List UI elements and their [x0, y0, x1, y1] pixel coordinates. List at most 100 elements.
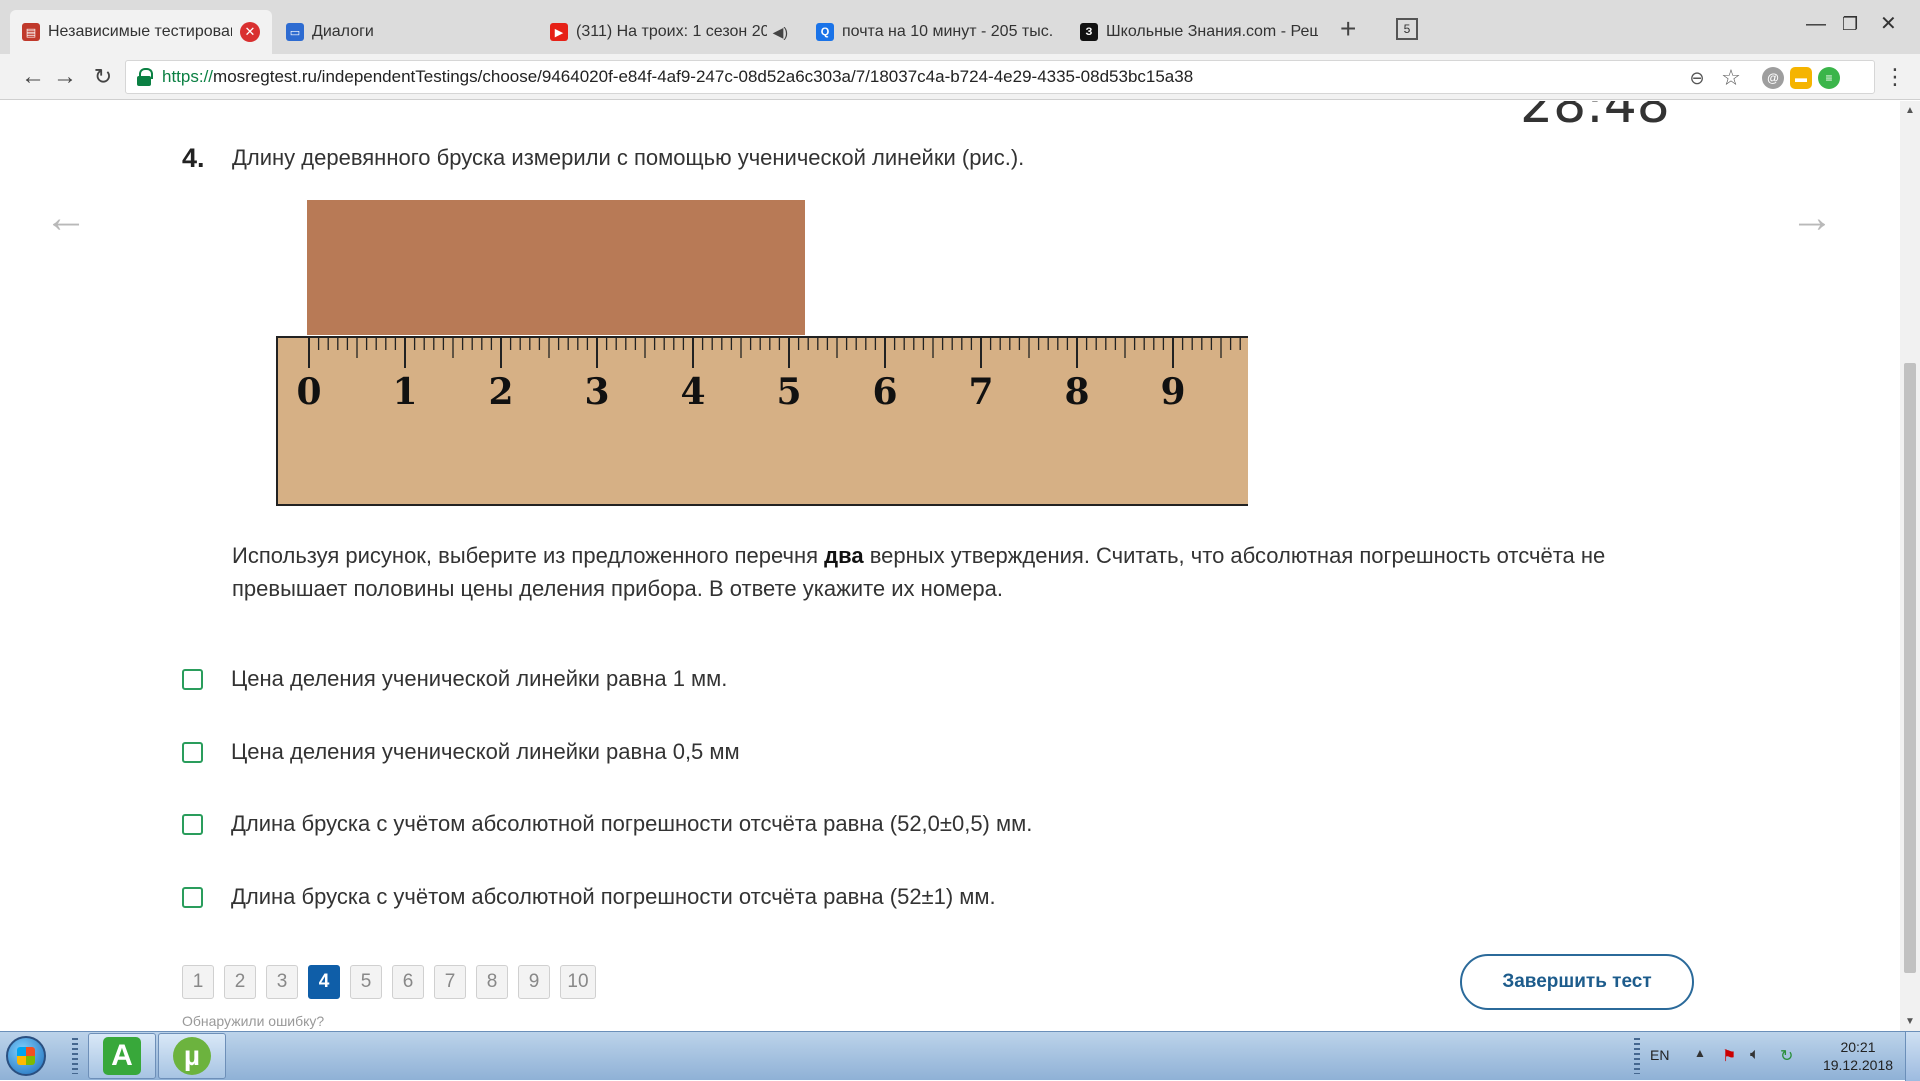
- ruler: 0 1 2 3 4 5 6 7 8 9: [276, 336, 1248, 506]
- page-button-1[interactable]: 1: [182, 965, 214, 999]
- taskbar-app-a[interactable]: A: [88, 1033, 156, 1079]
- answer-option-4[interactable]: Длина бруска с учётом абсолютной погрешн…: [182, 880, 996, 914]
- ruler-scale: 0 1 2 3 4 5 6 7 8 9: [296, 338, 1241, 413]
- tab-youtube[interactable]: ▶ (311) На троих: 1 сезон 20 се ◀): [538, 10, 800, 54]
- utorrent-icon: µ: [173, 1037, 211, 1075]
- tab-dialogs[interactable]: ▭ Диалоги: [274, 10, 534, 54]
- znanija-icon: З: [1080, 23, 1098, 41]
- page-button-3[interactable]: 3: [266, 965, 298, 999]
- tab-znanija[interactable]: З Школьные Знания.com - Решае: [1068, 10, 1330, 54]
- answer-option-1[interactable]: Цена деления ученической линейки равна 1…: [182, 662, 727, 696]
- show-hidden-icons-icon[interactable]: ▲: [1694, 1046, 1706, 1060]
- windows-taskbar: A µ EN ▲ ⚑ 🔈︎ ↻ 20:21 19.12.2018: [0, 1031, 1920, 1081]
- taskbar-app-utorrent[interactable]: µ: [158, 1033, 226, 1079]
- page-button-2[interactable]: 2: [224, 965, 256, 999]
- browser-toolbar: ← → ↻ https://mosregtest.ru/independentT…: [0, 54, 1920, 100]
- back-arrow-icon[interactable]: ←: [18, 62, 48, 92]
- tab-title: Школьные Знания.com - Решае: [1106, 23, 1318, 40]
- lock-icon: [136, 68, 153, 86]
- taskbar-grip: [72, 1038, 78, 1074]
- scroll-up-arrow-icon[interactable]: ▲: [1905, 105, 1915, 116]
- clock-date: 19.12.2018: [1822, 1057, 1894, 1073]
- forward-arrow-icon[interactable]: →: [50, 62, 80, 92]
- tab-mail[interactable]: Q почта на 10 минут - 205 тыс. ре: [804, 10, 1066, 54]
- tab-title: (311) На троих: 1 сезон 20 се: [576, 23, 767, 40]
- checkbox[interactable]: [182, 813, 203, 835]
- reload-icon[interactable]: ↻: [88, 62, 118, 92]
- url-path: mosregtest.ru/independentTestings/choose…: [213, 67, 1194, 86]
- tab-title: Диалоги: [312, 23, 374, 40]
- ruler-label: 2: [488, 371, 513, 413]
- page-button-5[interactable]: 5: [350, 965, 382, 999]
- page-scrollbar[interactable]: ▲ ▼: [1900, 101, 1920, 1031]
- star-icon[interactable]: ☆: [1720, 65, 1742, 90]
- ruler-label: 5: [776, 371, 801, 413]
- question-number: 4.: [182, 143, 205, 173]
- extension-chat-icon[interactable]: ▬: [1790, 67, 1812, 89]
- ruler-label: 8: [1064, 371, 1089, 413]
- taskbar-clock[interactable]: 20:21 19.12.2018: [1818, 1038, 1898, 1074]
- close-window-icon[interactable]: ✕: [1880, 14, 1897, 34]
- chat-icon: ▭: [286, 23, 304, 41]
- ruler-label: 3: [584, 371, 609, 413]
- zoom-icon[interactable]: ⊖: [1686, 67, 1708, 89]
- ruler-label: 4: [680, 371, 705, 413]
- restore-icon[interactable]: ❐: [1842, 14, 1858, 34]
- page-button-6[interactable]: 6: [392, 965, 424, 999]
- ruler-figure: 0 1 2 3 4 5 6 7 8 9: [276, 198, 1248, 510]
- url-scheme: https://: [162, 67, 214, 86]
- instructions-bold-word: два: [824, 543, 864, 568]
- page-button-7[interactable]: 7: [434, 965, 466, 999]
- ruler-label: 7: [968, 371, 993, 413]
- start-button[interactable]: [6, 1036, 46, 1076]
- checkbox[interactable]: [182, 741, 203, 763]
- network-flag-icon[interactable]: ⚑: [1722, 1046, 1736, 1066]
- minimize-icon[interactable]: —: [1806, 14, 1826, 34]
- finish-test-button[interactable]: Завершить тест: [1460, 954, 1694, 1010]
- answer-option-3[interactable]: Длина бруска с учётом абсолютной погрешн…: [182, 807, 1032, 841]
- report-error-link[interactable]: Обнаружили ошибку?: [182, 1013, 324, 1029]
- extension-at-icon[interactable]: @: [1762, 67, 1784, 89]
- tab-title: почта на 10 минут - 205 тыс. ре: [842, 23, 1054, 40]
- scroll-thumb[interactable]: [1904, 363, 1916, 973]
- checkbox[interactable]: [182, 886, 203, 908]
- instructions: Используя рисунок, выберите из предложен…: [232, 539, 1692, 605]
- answer-option-text: Цена деления ученической линейки равна 1…: [231, 666, 728, 691]
- previous-question-arrow-icon[interactable]: ←: [44, 196, 88, 240]
- answer-option-2[interactable]: Цена деления ученической линейки равна 0…: [182, 735, 740, 769]
- close-icon[interactable]: ✕: [240, 22, 260, 42]
- volume-icon[interactable]: 🔈︎: [1750, 1046, 1760, 1064]
- language-indicator[interactable]: EN: [1650, 1047, 1669, 1063]
- answer-option-text: Длина бруска с учётом абсолютной погрешн…: [231, 884, 996, 909]
- speaker-icon[interactable]: ◀): [773, 24, 788, 41]
- timer: 28:48: [1520, 101, 1670, 135]
- tab-bar: ▤ Независимые тестировани ✕ ▭ Диалоги ▶ …: [0, 0, 1920, 54]
- windows-logo-icon: [17, 1047, 35, 1065]
- menu-kebab-icon[interactable]: ⋮: [1880, 62, 1910, 92]
- scroll-down-arrow-icon[interactable]: ▼: [1905, 1016, 1915, 1027]
- page-button-10[interactable]: 10: [560, 965, 596, 999]
- page-button-9[interactable]: 9: [518, 965, 550, 999]
- address-bar[interactable]: https://mosregtest.ru/independentTesting…: [125, 60, 1875, 94]
- page-button-8[interactable]: 8: [476, 965, 508, 999]
- answer-option-text: Длина бруска с учётом абсолютной погрешн…: [231, 811, 1033, 836]
- checkbox[interactable]: [182, 668, 203, 690]
- next-question-arrow-icon[interactable]: →: [1790, 196, 1834, 240]
- question-pagination: 1 2 3 4 5 6 7 8 9 10: [182, 965, 606, 999]
- clock-time: 20:21: [1840, 1039, 1876, 1055]
- taskbar-grip: [1634, 1038, 1640, 1074]
- page-button-4-current[interactable]: 4: [308, 965, 340, 999]
- sync-icon[interactable]: ↻: [1780, 1046, 1793, 1066]
- tab-independent-testing[interactable]: ▤ Независимые тестировани ✕: [10, 10, 272, 54]
- instructions-text-start: Используя рисунок, выберите из предложен…: [232, 543, 825, 568]
- show-desktop-button[interactable]: [1905, 1032, 1920, 1081]
- answer-option-text: Цена деления ученической линейки равна 0…: [231, 739, 740, 764]
- tab-count-icon[interactable]: 5: [1396, 18, 1418, 40]
- tab-title: Независимые тестировани: [48, 23, 232, 40]
- youtube-icon: ▶: [550, 23, 568, 41]
- extension-green-icon[interactable]: ≡: [1818, 67, 1840, 89]
- question-title: Длину деревянного бруска измерили с помо…: [232, 145, 1025, 170]
- new-tab-plus-icon[interactable]: +: [1340, 15, 1356, 43]
- ruler-label: 1: [392, 371, 417, 413]
- url-text[interactable]: https://mosregtest.ru/independentTesting…: [162, 67, 1193, 87]
